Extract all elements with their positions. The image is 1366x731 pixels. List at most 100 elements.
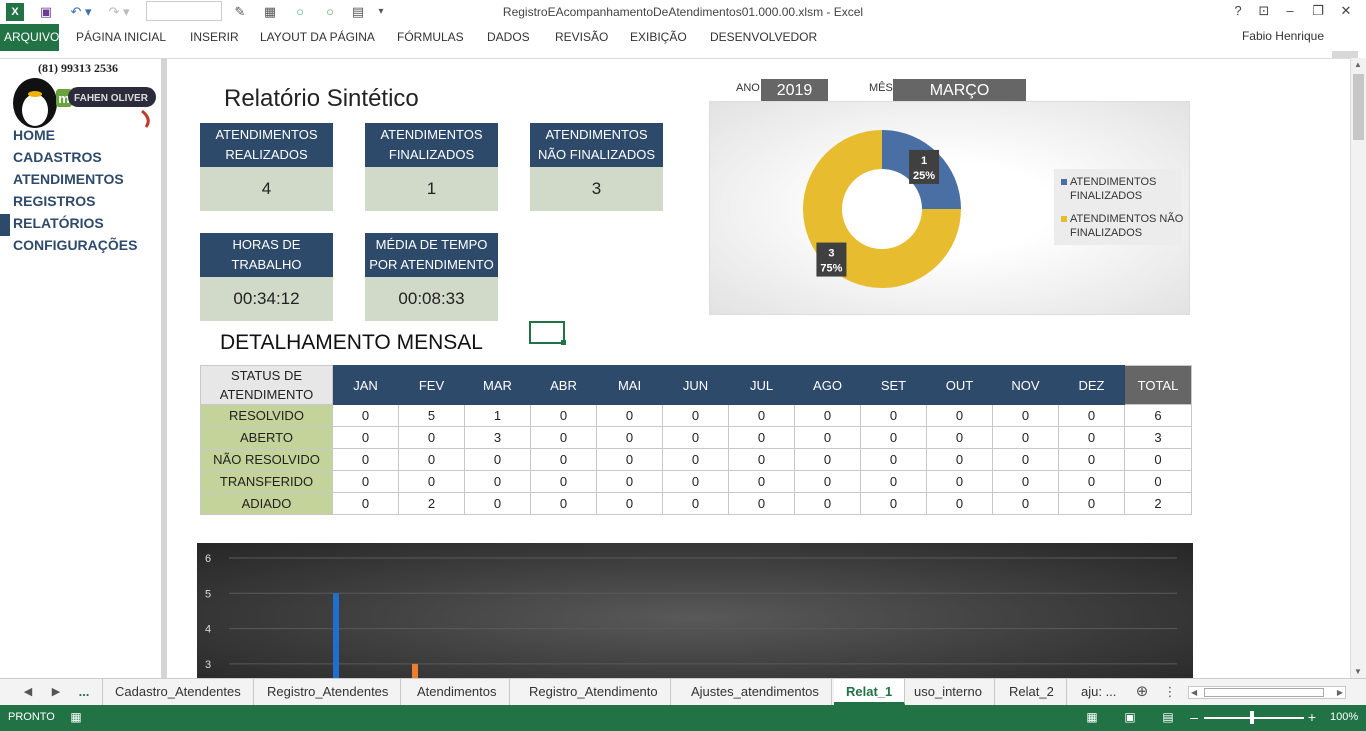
tab-insert[interactable]: INSERIR: [186, 24, 243, 51]
table-cell[interactable]: 0: [794, 448, 861, 471]
table-cell[interactable]: 0: [662, 404, 729, 427]
zoom-level[interactable]: 100%: [1330, 711, 1358, 723]
tab-formulas[interactable]: FÓRMULAS: [393, 24, 468, 51]
worksheet[interactable]: Relatório Sintético ATENDIMENTOS REALIZA…: [167, 58, 1350, 678]
normal-view-icon[interactable]: ▦: [1084, 709, 1100, 725]
table-cell[interactable]: 0: [332, 426, 399, 449]
tab-view[interactable]: EXIBIÇÃO: [626, 24, 691, 51]
tab-prev-icon[interactable]: ◀: [18, 679, 38, 705]
status-label[interactable]: RESOLVIDO: [200, 404, 333, 427]
table-cell[interactable]: 0: [530, 470, 597, 493]
sheet-tab[interactable]: Registro_Atendimento: [517, 679, 671, 705]
table-cell[interactable]: 0: [794, 426, 861, 449]
table-cell[interactable]: 2: [398, 492, 465, 515]
scroll-right-icon[interactable]: ▶: [1337, 687, 1343, 698]
status-label[interactable]: NÃO RESOLVIDO: [200, 448, 333, 471]
table-cell[interactable]: 1: [464, 404, 531, 427]
table-cell[interactable]: 0: [464, 448, 531, 471]
sheet-tab-active[interactable]: Relat_1: [834, 679, 906, 705]
table-cell[interactable]: 0: [926, 426, 993, 449]
zoom-slider[interactable]: [1204, 717, 1304, 719]
zoom-out-icon[interactable]: –: [1186, 709, 1202, 725]
table-cell[interactable]: 0: [860, 492, 927, 515]
table-cell[interactable]: 0: [398, 470, 465, 493]
table-cell[interactable]: 0: [926, 470, 993, 493]
table-cell[interactable]: 0: [530, 404, 597, 427]
sheet-tab[interactable]: Relat_2: [997, 679, 1067, 705]
table-cell[interactable]: 0: [464, 492, 531, 515]
nav-item-home[interactable]: HOME: [13, 127, 55, 143]
donut-chart[interactable]: 1 25% 3 75% ATENDIMENTOS FINALIZADOS ATENDI…: [709, 101, 1190, 315]
page-break-view-icon[interactable]: ▤: [1160, 709, 1176, 725]
tab-home[interactable]: PÁGINA INICIAL: [72, 24, 170, 51]
monthly-bar-chart[interactable]: 6 5 4 3: [197, 543, 1193, 678]
tab-developer[interactable]: DESENVOLVEDOR: [706, 24, 821, 51]
status-label[interactable]: ABERTO: [200, 426, 333, 449]
table-cell[interactable]: 0: [662, 492, 729, 515]
table-cell[interactable]: 0: [860, 448, 927, 471]
table-cell[interactable]: 0: [926, 448, 993, 471]
minimize-icon[interactable]: –: [1280, 2, 1300, 20]
total-cell[interactable]: 2: [1124, 492, 1192, 515]
tab-next-icon[interactable]: ▶: [46, 679, 66, 705]
table-cell[interactable]: 0: [464, 470, 531, 493]
nav-item-registros[interactable]: REGISTROS: [13, 193, 95, 209]
tab-ellipsis[interactable]: ...: [74, 679, 94, 705]
scroll-down-icon[interactable]: ▼: [1354, 667, 1362, 676]
table-cell[interactable]: 0: [992, 426, 1059, 449]
zoom-slider-thumb[interactable]: [1250, 711, 1254, 724]
table-cell[interactable]: 0: [332, 492, 399, 515]
nav-item-relatorios[interactable]: RELATÓRIOS: [13, 215, 104, 231]
table-cell[interactable]: 0: [332, 470, 399, 493]
table-cell[interactable]: 0: [860, 404, 927, 427]
table-cell[interactable]: 0: [1058, 404, 1125, 427]
table-cell[interactable]: 5: [398, 404, 465, 427]
restore-icon[interactable]: ❐: [1308, 2, 1328, 20]
macro-record-icon[interactable]: ▦: [68, 709, 84, 725]
table-cell[interactable]: 0: [596, 492, 663, 515]
more-options-icon[interactable]: ⋮: [1160, 679, 1180, 705]
total-cell[interactable]: 6: [1124, 404, 1192, 427]
table-cell[interactable]: 0: [728, 492, 795, 515]
table-cell[interactable]: 3: [464, 426, 531, 449]
table-cell[interactable]: 0: [728, 448, 795, 471]
zoom-in-icon[interactable]: +: [1304, 709, 1320, 725]
selected-cell[interactable]: [529, 321, 566, 345]
table-cell[interactable]: 0: [1058, 470, 1125, 493]
sheet-tab[interactable]: uso_interno: [902, 679, 995, 705]
user-name[interactable]: Fabio Henrique: [1242, 29, 1324, 43]
table-cell[interactable]: 0: [332, 448, 399, 471]
table-cell[interactable]: 0: [662, 448, 729, 471]
horizontal-scrollbar[interactable]: ◀ ▶: [1188, 686, 1346, 699]
table-cell[interactable]: 0: [1058, 426, 1125, 449]
table-cell[interactable]: 0: [662, 426, 729, 449]
table-cell[interactable]: 0: [794, 404, 861, 427]
year-filter[interactable]: 2019: [761, 79, 828, 102]
month-filter[interactable]: MARÇO: [893, 79, 1026, 102]
table-cell[interactable]: 0: [926, 404, 993, 427]
status-label[interactable]: TRANSFERIDO: [200, 470, 333, 493]
table-cell[interactable]: 0: [596, 470, 663, 493]
sheet-tab[interactable]: Cadastro_Atendentes: [102, 679, 254, 705]
table-cell[interactable]: 0: [530, 492, 597, 515]
scroll-left-icon[interactable]: ◀: [1191, 687, 1197, 698]
total-cell[interactable]: 3: [1124, 426, 1192, 449]
table-cell[interactable]: 0: [530, 448, 597, 471]
sheet-tab[interactable]: aju: ...: [1069, 679, 1128, 705]
table-cell[interactable]: 0: [860, 470, 927, 493]
ribbon-display-icon[interactable]: ⊡: [1254, 2, 1274, 20]
table-cell[interactable]: 0: [596, 448, 663, 471]
fill-handle[interactable]: [561, 340, 566, 345]
nav-item-atendimentos[interactable]: ATENDIMENTOS: [13, 171, 124, 187]
page-layout-view-icon[interactable]: ▣: [1122, 709, 1138, 725]
sheet-tab[interactable]: Registro_Atendentes: [255, 679, 402, 705]
add-sheet-icon[interactable]: ⊕: [1132, 679, 1152, 705]
scroll-thumb[interactable]: [1353, 74, 1364, 140]
scroll-up-icon[interactable]: ▲: [1354, 60, 1362, 69]
table-cell[interactable]: 0: [926, 492, 993, 515]
tab-file[interactable]: ARQUIVO: [0, 24, 59, 51]
total-cell[interactable]: 0: [1124, 448, 1192, 471]
table-cell[interactable]: 0: [662, 470, 729, 493]
table-cell[interactable]: 0: [992, 470, 1059, 493]
table-cell[interactable]: 0: [728, 470, 795, 493]
